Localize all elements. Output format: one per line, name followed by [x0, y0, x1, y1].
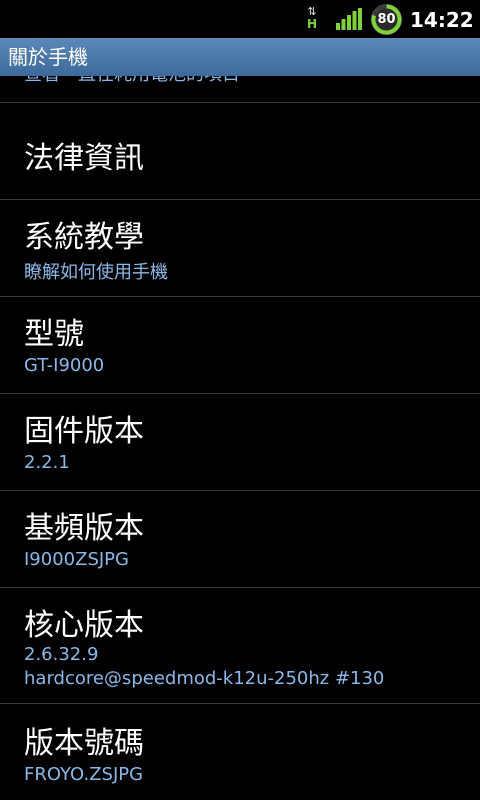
list-item-battery-use[interactable]: 查看一直在耗用電池的項目 [0, 76, 480, 102]
list-item-baseband-version[interactable]: 基頻版本 I9000ZSJPG [0, 491, 480, 587]
list-item-model[interactable]: 型號 GT-I9000 [0, 297, 480, 393]
list-item-summary-secondary: hardcore@speedmod-k12u-250hz #130 [24, 668, 385, 689]
data-network-icon: ⇅ H [303, 6, 321, 32]
list-item-summary: 查看一直在耗用電池的項目 [24, 76, 240, 86]
list-item-summary: FROYO.ZSJPG [24, 764, 144, 785]
list-item-legal-info[interactable]: 法律資訊 [0, 103, 480, 199]
list-item-title: 基頻版本 [24, 511, 144, 546]
list-item-summary: 2.6.32.9 [24, 644, 99, 665]
list-item-summary: GT-I9000 [24, 355, 105, 376]
list-item-build-number[interactable]: 版本號碼 FROYO.ZSJPG [0, 704, 480, 800]
list-item-title: 法律資訊 [24, 141, 144, 176]
list-item-system-tutorial[interactable]: 系統教學 瞭解如何使用手機 [0, 200, 480, 296]
list-item-title: 版本號碼 [24, 726, 144, 761]
list-item-title: 系統教學 [24, 220, 144, 255]
settings-list[interactable]: 查看一直在耗用電池的項目 法律資訊 系統教學 瞭解如何使用手機 型號 GT-I9… [0, 76, 480, 800]
list-item-firmware-version[interactable]: 固件版本 2.2.1 [0, 394, 480, 490]
network-type-label: H [306, 17, 318, 31]
page-title: 關於手機 [8, 45, 88, 69]
list-item-title: 型號 [24, 317, 84, 352]
list-item-title: 固件版本 [24, 414, 144, 449]
list-item-kernel-version[interactable]: 核心版本 2.6.32.9 hardcore@speedmod-k12u-250… [0, 588, 480, 703]
status-clock: 14:22 [410, 8, 474, 32]
title-bar: 關於手機 [0, 38, 480, 76]
list-item-summary: 瞭解如何使用手機 [24, 262, 168, 283]
battery-level-label: 80 [377, 12, 396, 27]
list-item-summary: 2.2.1 [24, 452, 70, 473]
status-bar: ⇅ H 80 14:22 [0, 0, 480, 38]
list-item-title: 核心版本 [24, 608, 144, 643]
signal-strength-icon [336, 8, 362, 30]
list-item-summary: I9000ZSJPG [24, 549, 129, 570]
